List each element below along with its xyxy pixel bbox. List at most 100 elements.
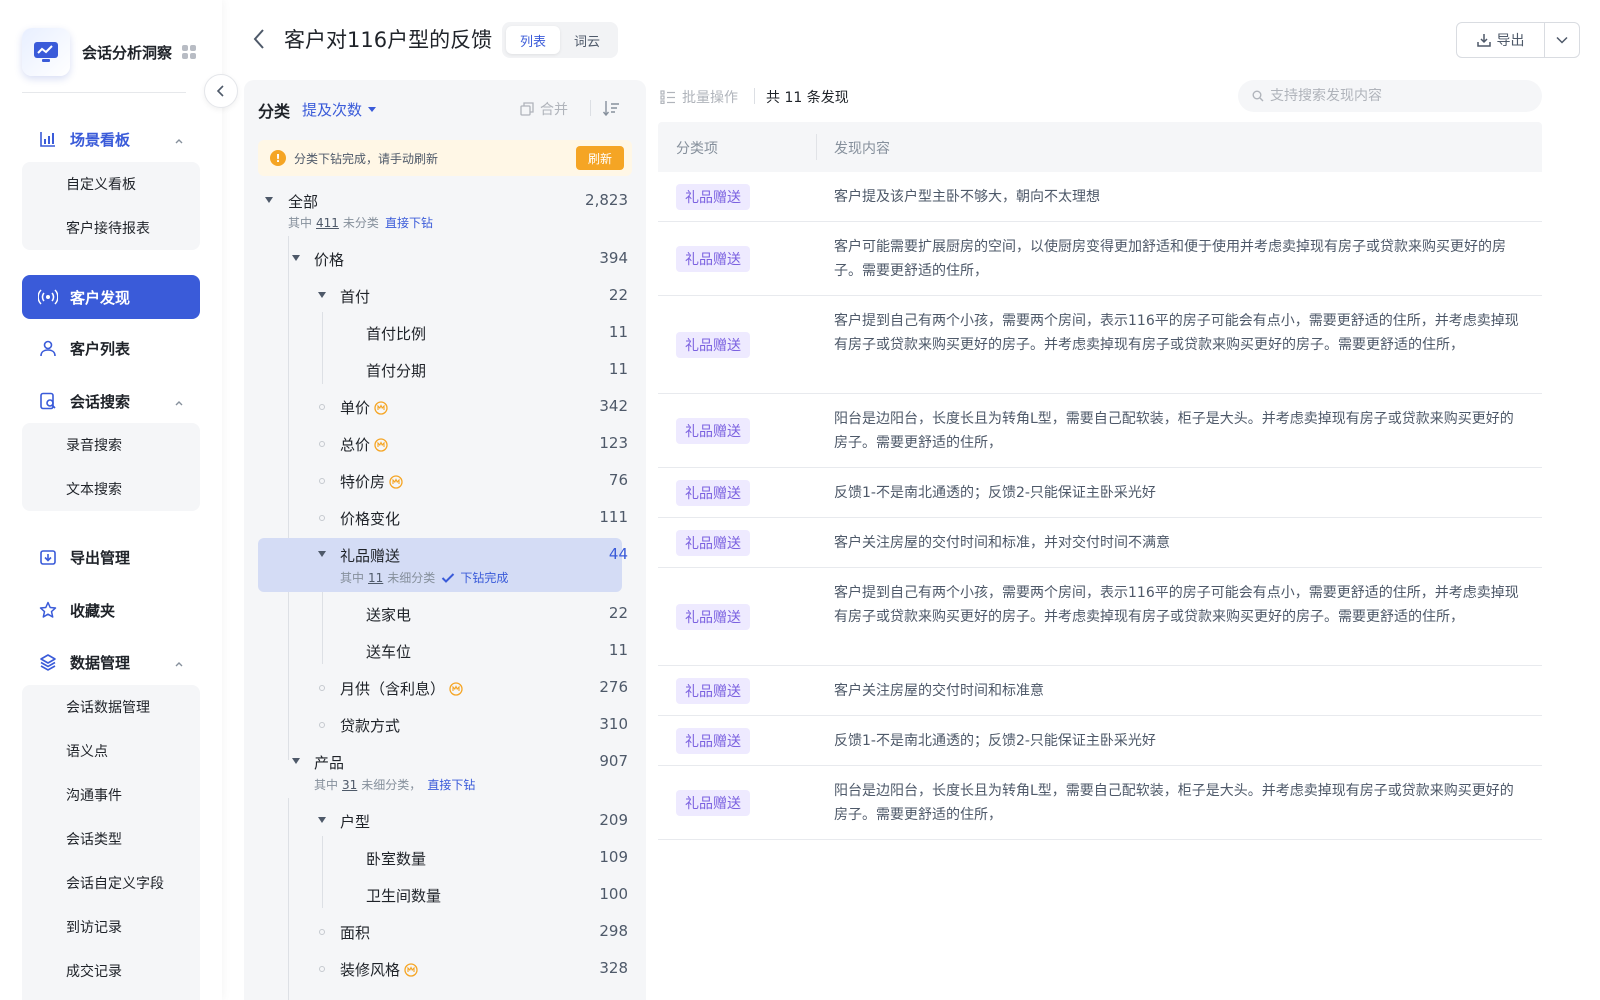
nav-item-custom-fields[interactable]: 会话自定义字段	[22, 861, 200, 905]
tree-node-loan-method[interactable]: 贷款方式 310	[244, 706, 646, 742]
tab-list[interactable]: 列表	[506, 26, 561, 54]
category-tag[interactable]: 礼品赠送	[676, 332, 750, 358]
subinfo-number[interactable]: 411	[316, 216, 339, 230]
nav-item-customer-list[interactable]: 客户列表	[22, 327, 200, 369]
divider	[754, 88, 755, 104]
tab-wordcloud[interactable]: 词云	[560, 26, 614, 54]
nav-group-dashboard[interactable]: 场景看板	[22, 118, 200, 160]
nav-submenu-data-management: 会话数据管理 语义点 沟通事件 会话类型 会话自定义字段 到访记录 成交记录	[22, 685, 200, 1000]
category-tag[interactable]: 礼品赠送	[676, 604, 750, 630]
tree-node-decor-style[interactable]: 装修风格 328	[244, 950, 646, 986]
table-row[interactable]: 礼品赠送 客户关注房屋的交付时间和标准意	[658, 666, 1542, 716]
category-tag[interactable]: 礼品赠送	[676, 246, 750, 272]
finding-content: 反馈1-不是南北通透的；反馈2-只能保证主卧采光好	[834, 733, 1156, 749]
tree-node-bedrooms[interactable]: 卧室数量 109	[244, 839, 646, 875]
category-tag[interactable]: 礼品赠送	[676, 530, 750, 556]
category-tag[interactable]: 礼品赠送	[676, 480, 750, 506]
export-dropdown-button[interactable]	[1545, 23, 1579, 57]
back-button[interactable]	[248, 26, 270, 52]
table-row[interactable]: 礼品赠送 反馈1-不是南北通透的；反馈2-只能保证主卧采光好	[658, 716, 1542, 766]
tree-node-area[interactable]: 面积 298	[244, 913, 646, 949]
sort-dropdown[interactable]: 提及次数	[302, 99, 377, 120]
nav-group-data-management[interactable]: 数据管理	[22, 641, 200, 683]
nav-item-visit-records[interactable]: 到访记录	[22, 905, 200, 949]
nav-item-label: 客户发现	[70, 288, 131, 307]
tree-node-bathrooms[interactable]: 卫生间数量 100	[244, 876, 646, 912]
drilldown-notice: ! 分类下钻完成，请手动刷新 刷新	[258, 140, 632, 176]
findings-table: 分类项 发现内容 礼品赠送 客户提及该户型主卧不够大，朝向不太理想 礼品赠送 客…	[658, 122, 1542, 840]
nav-item-export-management[interactable]: 导出管理	[22, 536, 200, 578]
nav-item-semantic-points[interactable]: 语义点	[22, 729, 200, 773]
subinfo-number[interactable]: 31	[342, 778, 357, 792]
sort-label: 提及次数	[302, 101, 363, 119]
nav-item-communication-events[interactable]: 沟通事件	[22, 773, 200, 817]
table-row[interactable]: 礼品赠送 客户提到自己有两个小孩，需要两个房间，表示116平的房子可能会有点小，…	[658, 296, 1542, 394]
table-row[interactable]: 礼品赠送 客户可能需要扩展厨房的空间，以使厨房变得更加舒适和便于使用并考虑卖掉现…	[658, 222, 1542, 296]
tree-node-special-offer[interactable]: 特价房 76	[244, 462, 646, 498]
tree-node-down-payment[interactable]: 首付 22	[244, 277, 646, 313]
nav-item-customer-discovery[interactable]: 客户发现	[22, 275, 200, 319]
bullet-icon	[319, 722, 325, 728]
nav-item-session-data[interactable]: 会话数据管理	[22, 685, 200, 729]
caret-down-icon	[292, 255, 300, 261]
category-tag[interactable]: 礼品赠送	[676, 790, 750, 816]
chevron-left-icon	[216, 85, 224, 97]
nav-item-reception-report[interactable]: 客户接待报表	[22, 206, 200, 250]
category-tag[interactable]: 礼品赠送	[676, 728, 750, 754]
tree-node-count: 907	[599, 752, 628, 770]
tree-node-down-ratio[interactable]: 首付比例 11	[244, 314, 646, 350]
category-header: 分类 提及次数 合并	[244, 80, 646, 136]
tree-node-subinfo: 其中 11 未细分类 下钻完成	[340, 569, 508, 586]
brand[interactable]: 会话分析洞察	[22, 28, 197, 76]
nav-item-deal-records[interactable]: 成交记录	[22, 949, 200, 993]
sidebar-collapse-button[interactable]	[204, 74, 238, 108]
table-row[interactable]: 礼品赠送 阳台是边阳台，长度长且为转角L型，需要自己配软装，柜子是大头。并考虑卖…	[658, 394, 1542, 468]
sort-order-icon[interactable]	[602, 99, 620, 121]
drilldown-link[interactable]: 直接下钻	[427, 776, 475, 793]
tree-node-label: 送车位	[366, 643, 412, 661]
category-tag[interactable]: 礼品赠送	[676, 184, 750, 210]
tree-node-layout[interactable]: 户型 209	[244, 802, 646, 838]
tree-node-down-installment[interactable]: 首付分期 11	[244, 351, 646, 387]
table-row[interactable]: 礼品赠送 客户提及该户型主卧不够大，朝向不太理想	[658, 172, 1542, 222]
nav-item-text-search[interactable]: 文本搜索	[22, 467, 200, 511]
table-row[interactable]: 礼品赠送 反馈1-不是南北通透的；反馈2-只能保证主卧采光好	[658, 468, 1542, 518]
nav-group-session-search[interactable]: 会话搜索	[22, 380, 200, 422]
tree-node-label: 礼品赠送	[340, 547, 401, 565]
finding-content: 客户可能需要扩展厨房的空间，以使厨房变得更加舒适和便于使用并考虑卖掉现有房子或贷…	[834, 239, 1506, 279]
category-tag[interactable]: 礼品赠送	[676, 418, 750, 444]
tree-node-monthly-payment[interactable]: 月供（含利息） 276	[244, 669, 646, 705]
tree-node-product[interactable]: 产品 907	[244, 743, 646, 779]
tree-node-label: 总价	[340, 436, 371, 454]
drilldown-done-label: 下钻完成	[460, 571, 509, 585]
subinfo-prefix: 其中	[288, 216, 313, 230]
tree-node-price[interactable]: 价格 394	[244, 240, 646, 276]
category-tag[interactable]: 礼品赠送	[676, 678, 750, 704]
tree-node-price-change[interactable]: 价格变化 111	[244, 499, 646, 535]
search-input[interactable]	[1270, 88, 1530, 104]
refresh-button[interactable]: 刷新	[575, 146, 624, 170]
tree-node-count: 342	[599, 397, 628, 415]
export-button[interactable]: 导出	[1457, 23, 1545, 57]
tree-node-appliance[interactable]: 送家电 22	[244, 595, 646, 631]
table-row[interactable]: 礼品赠送 阳台是边阳台，长度长且为转角L型，需要自己配软装，柜子是大头。并考虑卖…	[658, 766, 1542, 840]
drilldown-link[interactable]: 直接下钻	[385, 214, 433, 231]
tree-node-parking[interactable]: 送车位 11	[244, 632, 646, 668]
subinfo-number[interactable]: 11	[368, 571, 383, 585]
table-row[interactable]: 礼品赠送 客户提到自己有两个小孩，需要两个房间，表示116平的房子可能会有点小，…	[658, 568, 1542, 666]
nav-item-custom-dashboard[interactable]: 自定义看板	[22, 162, 200, 206]
table-row[interactable]: 礼品赠送 客户关注房屋的交付时间和标准，并对交付时间不满意	[658, 518, 1542, 568]
merge-button[interactable]: 合并	[520, 99, 568, 119]
tree-node-total-price[interactable]: 总价 123	[244, 425, 646, 461]
nav-item-audio-search[interactable]: 录音搜索	[22, 423, 200, 467]
tree-node-unit-price[interactable]: 单价 342	[244, 388, 646, 424]
batch-operation-button[interactable]: 批量操作	[660, 87, 738, 107]
category-panel: 分类 提及次数 合并 ! 分类下钻完成，请手动刷新 刷新 全部 2,823 其中…	[244, 80, 646, 1000]
app-switcher-icon[interactable]	[182, 45, 197, 59]
divider	[22, 92, 186, 93]
nav-item-session-types[interactable]: 会话类型	[22, 817, 200, 861]
nav-submenu-session-search: 录音搜索 文本搜索	[22, 423, 200, 511]
tree-node-all[interactable]: 全部 2,823	[244, 182, 646, 218]
nav-item-favorites[interactable]: 收藏夹	[22, 589, 200, 631]
tree-node-gift[interactable]: 礼品赠送 44	[244, 536, 646, 572]
